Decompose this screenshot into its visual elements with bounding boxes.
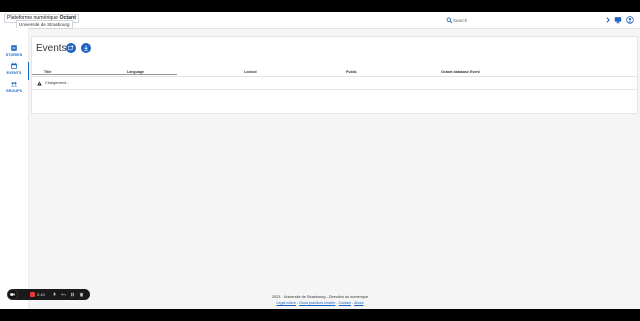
sidebar: STORIES EVENTS GROUPS xyxy=(0,28,29,309)
recording-timer: 2:43 xyxy=(37,292,45,297)
monitor-icon[interactable] xyxy=(614,16,622,24)
search-input[interactable] xyxy=(453,17,599,24)
about-link[interactable]: About xyxy=(354,301,363,305)
book-icon xyxy=(11,45,17,51)
camera-icon xyxy=(10,293,15,296)
add-event-icon xyxy=(68,45,74,51)
table-header: Title Language Locked Public Octant data… xyxy=(32,68,637,77)
account-icon[interactable] xyxy=(626,16,634,24)
screen-recorder-bar: 2:43 xyxy=(7,289,90,300)
sort-indicator xyxy=(32,74,177,75)
add-event-button[interactable] xyxy=(66,43,76,53)
camera-toggle-button[interactable] xyxy=(7,289,18,300)
footer-copyright: 2023 - Université de Strasbourg - Direct… xyxy=(271,295,369,299)
legal-notice-link[interactable]: Legal notice xyxy=(277,301,296,305)
pause-icon[interactable] xyxy=(70,292,75,297)
page-title: Events xyxy=(36,43,67,54)
trash-icon[interactable] xyxy=(79,292,84,297)
column-header-locked[interactable]: Locked xyxy=(244,70,257,74)
calendar-icon xyxy=(11,62,17,69)
sidebar-item-groups[interactable]: GROUPS xyxy=(0,80,28,98)
microphone-icon[interactable] xyxy=(52,292,57,297)
warning-icon xyxy=(37,81,42,86)
contact-link[interactable]: Contact xyxy=(339,301,351,305)
sidebar-item-label: GROUPS xyxy=(5,89,23,93)
good-practices-link[interactable]: Good practices charter xyxy=(299,301,335,305)
sidebar-item-events[interactable]: EVENTS xyxy=(0,62,29,80)
footer-links: Legal notice - Good practices charter - … xyxy=(0,301,640,305)
download-icon xyxy=(84,45,88,51)
column-header-public[interactable]: Public xyxy=(346,70,357,74)
table-row: Chargement... xyxy=(32,77,637,90)
search-icon xyxy=(446,17,453,24)
search-box[interactable] xyxy=(446,17,600,24)
column-header-octant-event[interactable]: Octant database Event xyxy=(441,70,480,74)
sidebar-item-label: EVENTS xyxy=(6,71,22,75)
chevron-right-icon[interactable] xyxy=(604,16,612,24)
sidebar-item-label: STORIES xyxy=(5,53,23,57)
footer: 2023 - Université de Strasbourg - Direct… xyxy=(0,291,640,309)
group-icon xyxy=(10,82,18,87)
sidebar-item-stories[interactable]: STORIES xyxy=(0,44,28,62)
app-window: Plateforme numérique Octant Université d… xyxy=(0,12,640,309)
undo-icon[interactable] xyxy=(61,292,66,297)
events-panel: Events Title Language Locked Public Octa… xyxy=(31,36,638,114)
stop-recording-button[interactable] xyxy=(30,292,35,297)
top-bar: Plateforme numérique Octant Université d… xyxy=(0,12,640,29)
download-button[interactable] xyxy=(81,43,91,53)
loading-message: Chargement... xyxy=(45,81,70,85)
